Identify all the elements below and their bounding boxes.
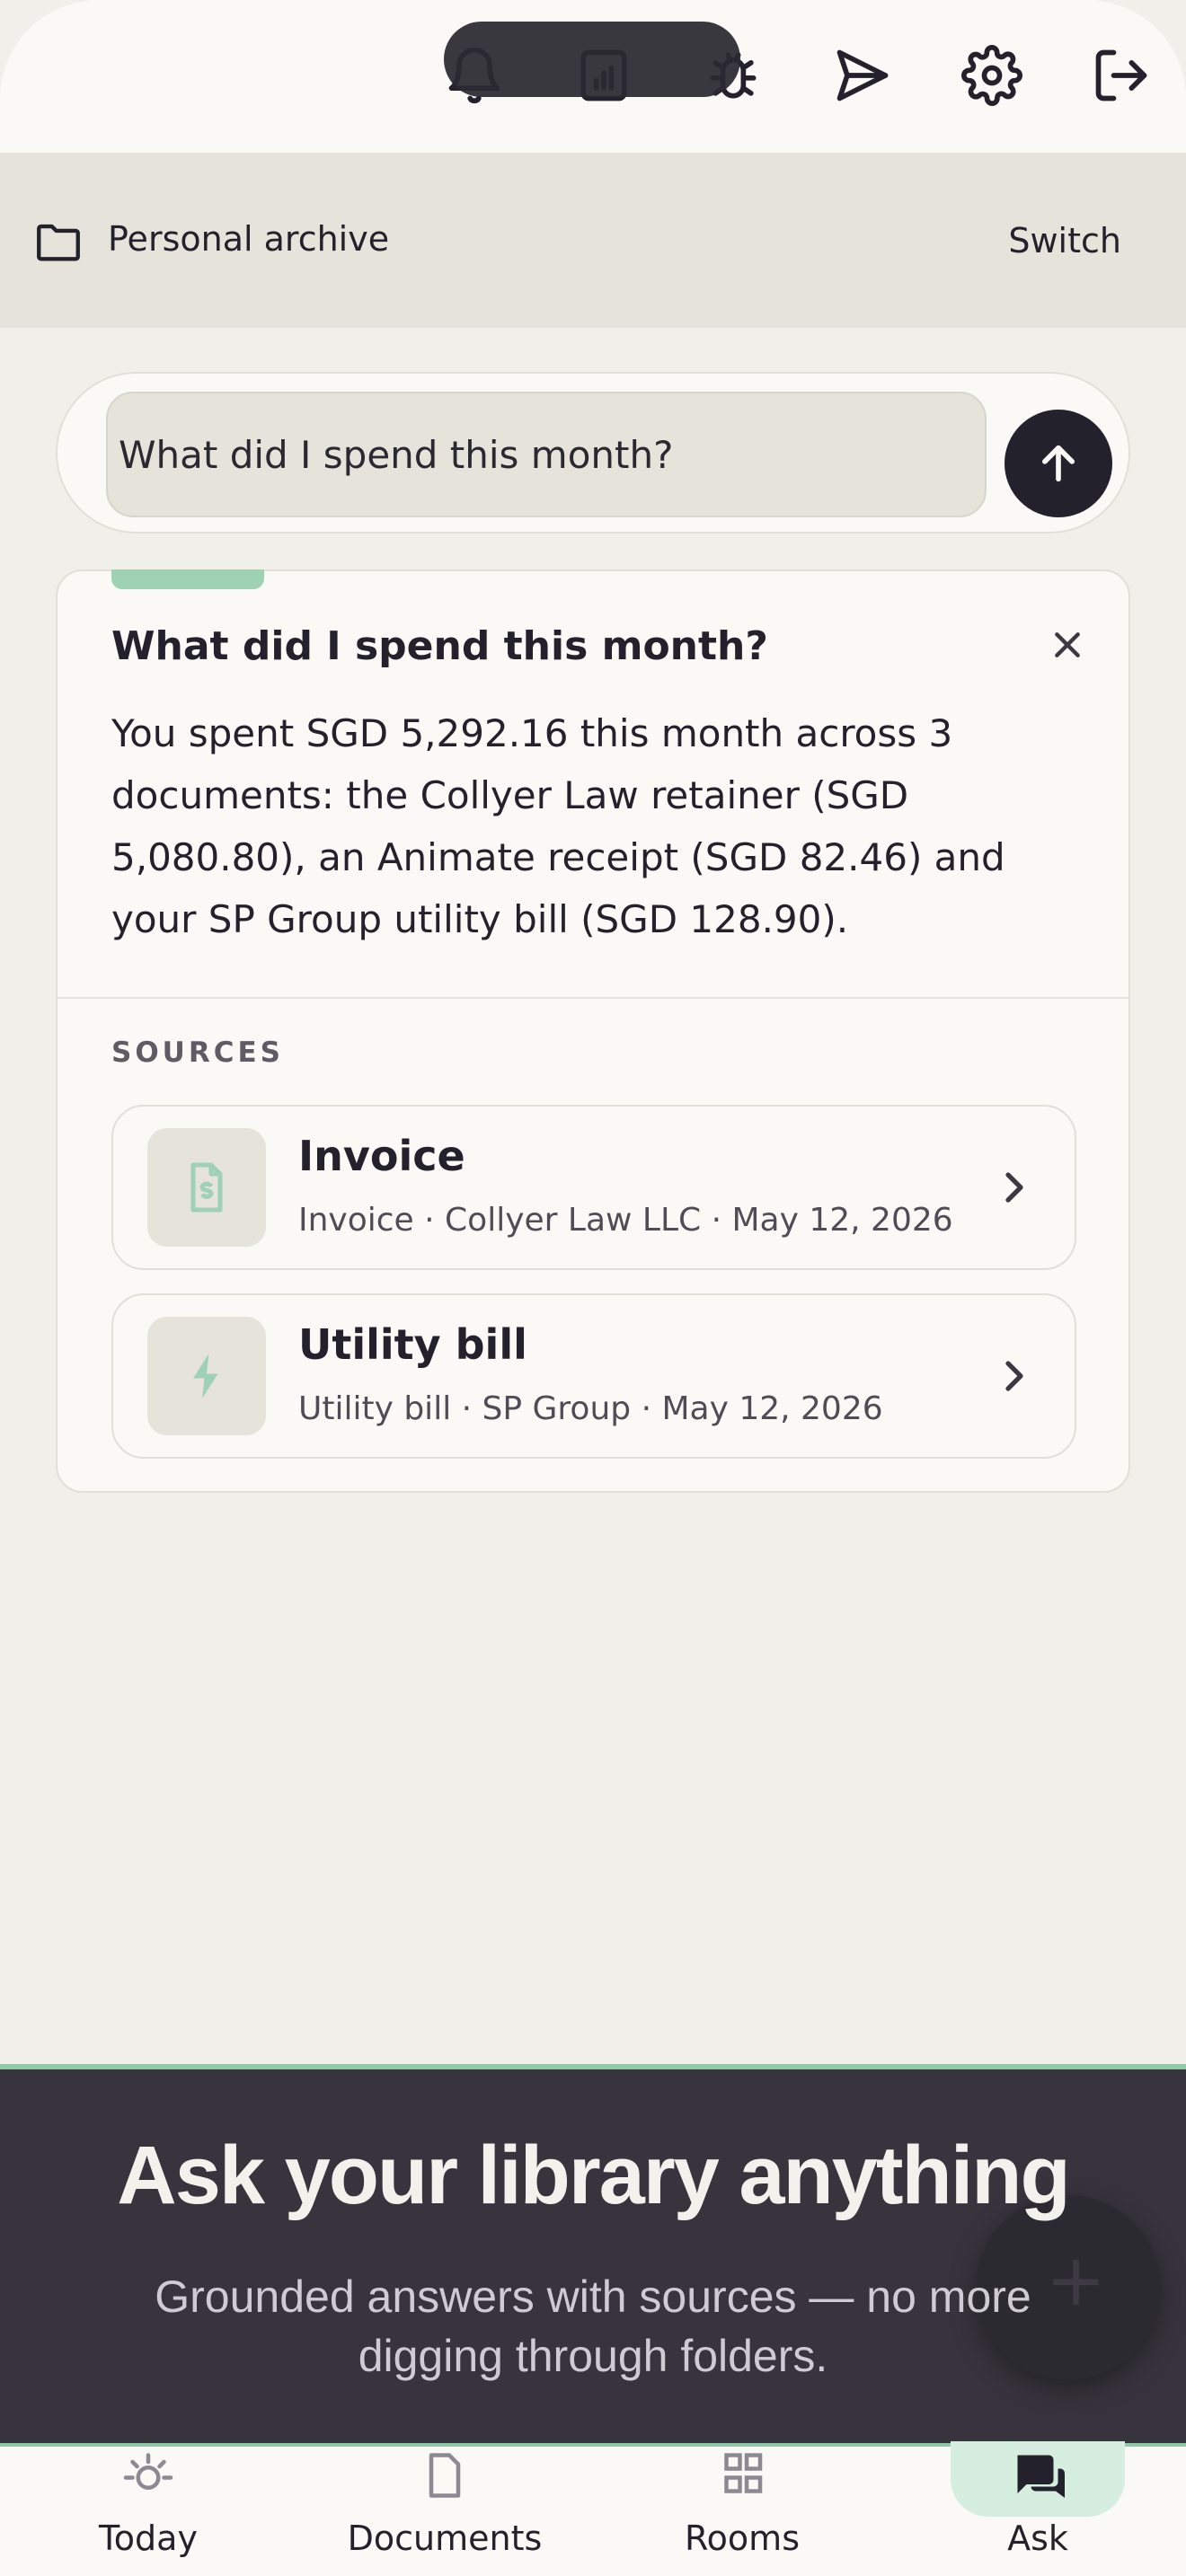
bottom-nav: Today Documents Rooms Ask [0,2441,1186,2576]
accent-tab [111,569,264,589]
source-thumbnail [147,1128,266,1247]
source-meta: Utility bill · SP Group · May 12, 2026 [298,1390,883,1427]
banner-subtitle: Grounded answers with sources — no more … [155,2272,1031,2381]
ask-box [56,372,1130,534]
banner-title: Ask your library anything [117,2130,1070,2221]
source-meta: Invoice · Collyer Law LLC · May 12, 2026 [298,1202,953,1239]
nav-label: Rooms [684,2519,800,2558]
divider [58,997,1128,999]
source-thumbnail [147,1317,266,1435]
folder-icon [37,224,80,261]
nav-label: Today [99,2519,198,2558]
onboarding-banner: + Ask your library anything Grounded ans… [0,2064,1186,2447]
ask-submit-button[interactable] [1005,410,1112,517]
send-icon[interactable] [825,38,900,113]
sun-icon [123,2453,173,2490]
source-item-utility-bill[interactable]: Utility bill Utility bill · SP Group · M… [111,1293,1076,1459]
nav-item-documents[interactable]: Documents [345,2447,544,2576]
close-icon [1055,632,1080,657]
answer-text: You spent SGD 5,292.16 this month across… [111,711,1005,941]
logout-icon[interactable] [1084,38,1159,113]
source-item-invoice[interactable]: Invoice Invoice · Collyer Law LLC · May … [111,1105,1076,1270]
chat-icon [1017,2455,1065,2498]
ask-input[interactable] [106,392,987,517]
nav-label: Documents [347,2519,543,2558]
nav-item-today[interactable]: Today [63,2447,234,2576]
chevron-right-icon [1005,1172,1023,1203]
switch-archive-button[interactable]: Switch [1008,221,1121,260]
close-answer-button[interactable] [1040,618,1094,672]
dynamic-island [444,22,740,97]
chevron-right-icon [1005,1361,1023,1391]
arrow-up-icon [1042,445,1075,482]
nav-item-rooms[interactable]: Rooms [661,2447,823,2576]
source-title: Utility bill [298,1320,527,1369]
archive-name: Personal archive [108,219,390,259]
nav-label: Ask [1007,2519,1068,2558]
archive-bar: Personal archive Switch [0,154,1186,328]
sources-label: SOURCES [111,1037,284,1069]
lightning-icon [193,1354,218,1398]
answer-title: What did I spend this month? [111,623,768,669]
top-bar [0,0,1186,154]
answer-card: What did I spend this month? You spent S… [56,569,1130,1493]
nav-item-ask[interactable]: Ask [951,2447,1125,2576]
source-title: Invoice [298,1132,465,1180]
grid-icon [724,2453,763,2493]
invoice-icon [190,1162,223,1213]
gear-icon[interactable] [954,38,1030,113]
document-icon [429,2453,461,2498]
